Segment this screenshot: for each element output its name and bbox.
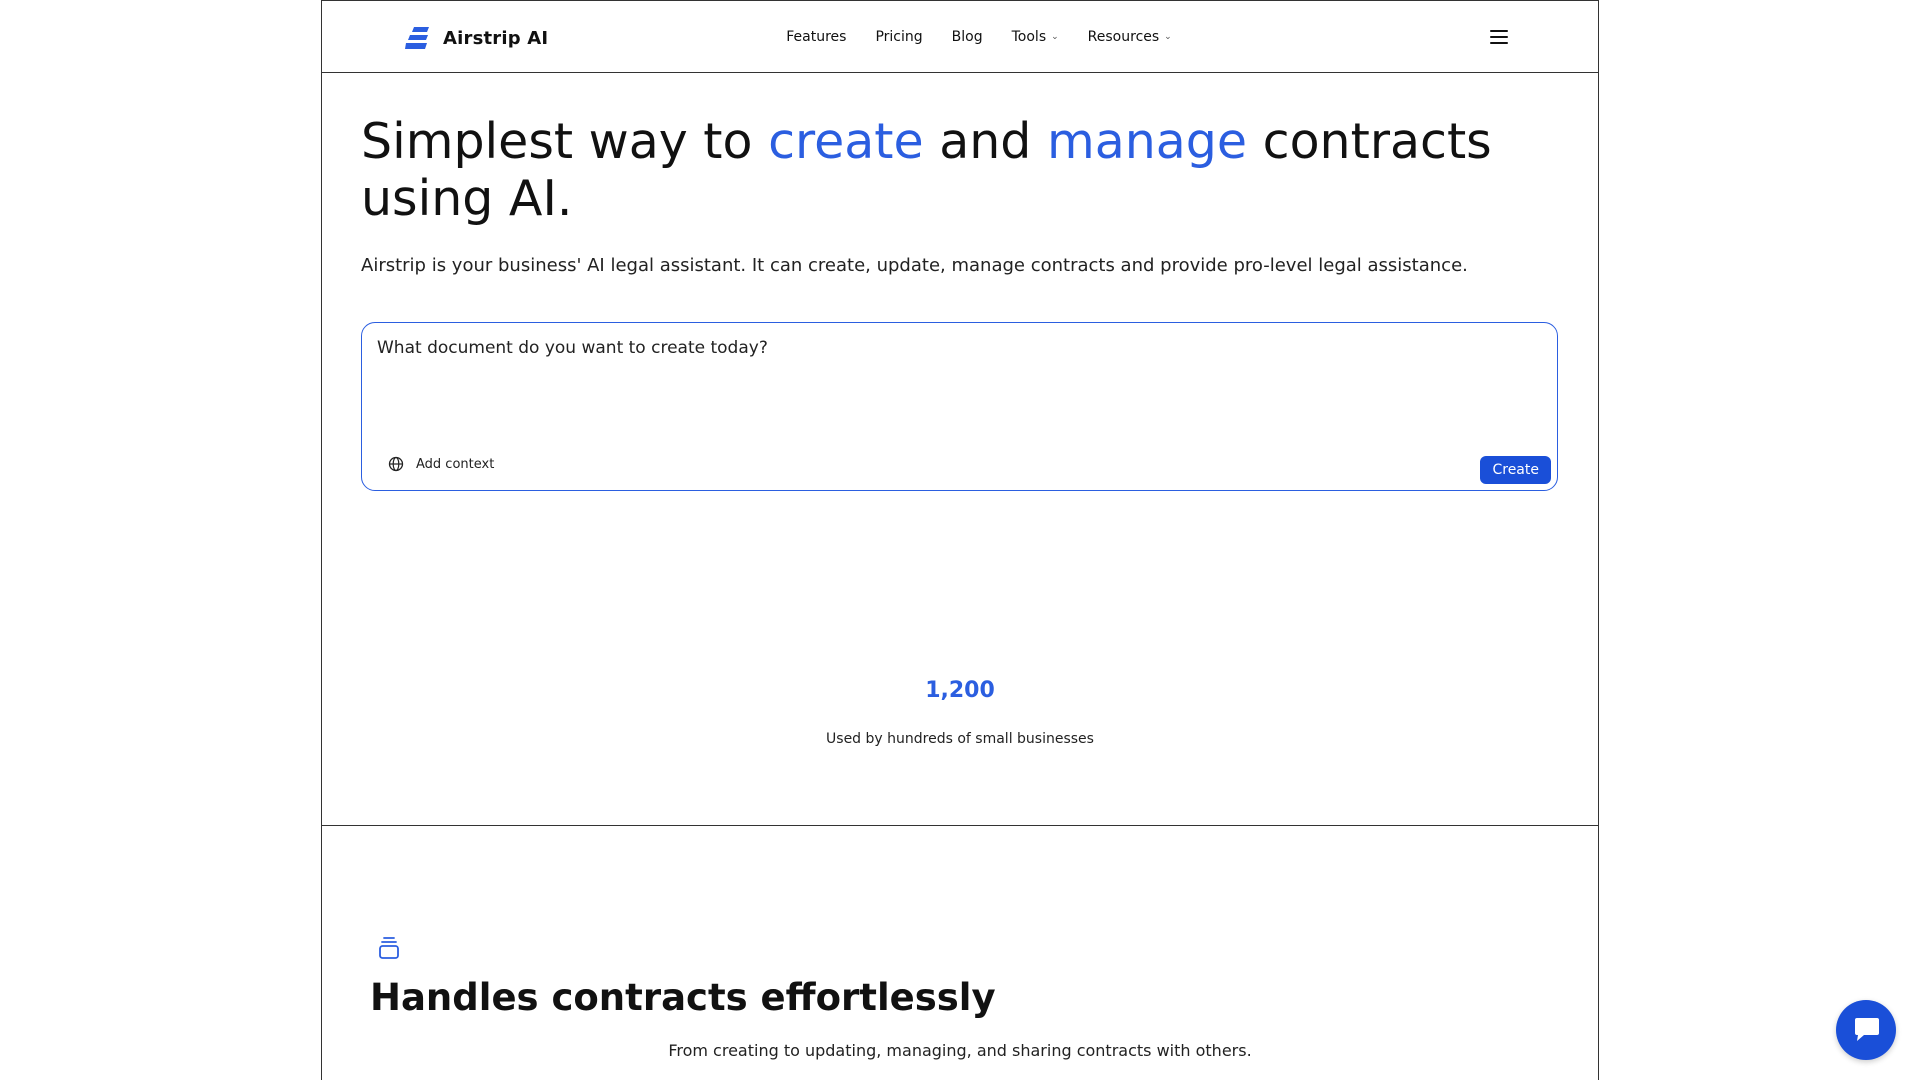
- chat-bubble-icon: [1855, 1018, 1879, 1041]
- nav-tools-dropdown[interactable]: Tools ⌄: [1012, 29, 1059, 45]
- main-menu: Features Pricing Blog Tools ⌄ Resources ⌄: [322, 29, 1598, 45]
- top-navbar: Airstrip AI Features Pricing Blog Tools ⌄…: [322, 0, 1598, 73]
- usage-count: 1,200: [925, 678, 995, 703]
- document-prompt-input[interactable]: [377, 338, 1527, 418]
- nav-resources-label: Resources: [1087, 29, 1160, 45]
- headline-accent-create: create: [768, 113, 924, 170]
- chevron-down-icon: ⌄: [1164, 32, 1172, 42]
- nav-pricing[interactable]: Pricing: [875, 29, 922, 45]
- stack-icon: [379, 937, 399, 959]
- globe-icon: [388, 456, 404, 472]
- nav-resources-dropdown[interactable]: Resources ⌄: [1088, 29, 1172, 45]
- hero-subtitle: Airstrip is your business' AI legal assi…: [361, 255, 1468, 276]
- nav-pricing-label: Pricing: [875, 29, 923, 45]
- hamburger-menu-icon[interactable]: [1490, 30, 1508, 44]
- nav-tools-label: Tools: [1011, 29, 1047, 45]
- features-title: Handles contracts effortlessly: [370, 976, 996, 1019]
- hero-section: Simplest way to create and manage contra…: [322, 73, 1598, 826]
- add-context-button[interactable]: Add context: [388, 456, 494, 472]
- add-context-label: Add context: [416, 456, 495, 472]
- headline-accent-manage: manage: [1046, 113, 1248, 170]
- chevron-down-icon: ⌄: [1051, 32, 1059, 42]
- hero-headline: Simplest way to create and manage contra…: [361, 113, 1561, 227]
- headline-part-2: and: [923, 113, 1047, 170]
- features-subtitle: From creating to updating, managing, and…: [668, 1041, 1252, 1060]
- headline-part-1: Simplest way to: [361, 113, 769, 170]
- chat-launcher-button[interactable]: [1836, 1000, 1896, 1060]
- document-prompt-box: Add context Create: [361, 322, 1558, 491]
- nav-features[interactable]: Features: [786, 29, 846, 45]
- create-button[interactable]: Create: [1480, 456, 1551, 484]
- nav-blog-label: Blog: [951, 29, 983, 45]
- nav-blog[interactable]: Blog: [952, 29, 983, 45]
- features-section: Handles contracts effortlessly From crea…: [322, 826, 1598, 1080]
- page-frame: Airstrip AI Features Pricing Blog Tools ⌄…: [321, 0, 1599, 1080]
- nav-features-label: Features: [786, 29, 847, 45]
- usage-label: Used by hundreds of small businesses: [826, 731, 1094, 747]
